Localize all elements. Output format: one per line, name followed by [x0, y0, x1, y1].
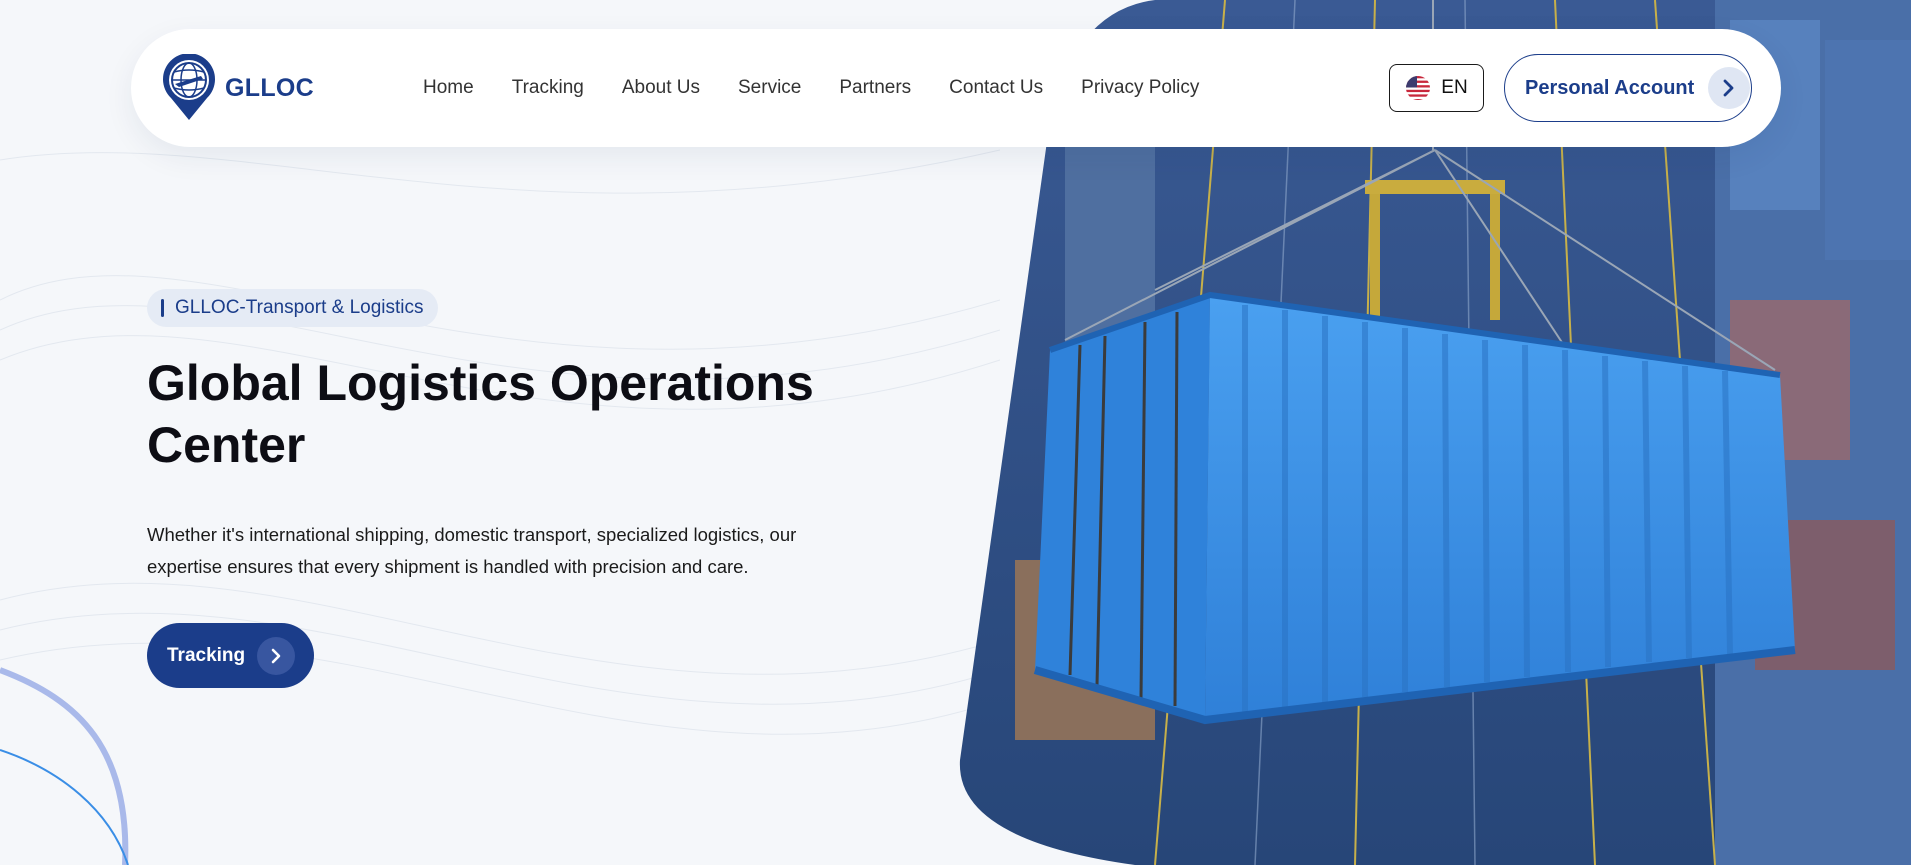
hero-tag-text: GLLOC-Transport & Logistics: [175, 297, 424, 318]
personal-account-button[interactable]: Personal Account: [1504, 54, 1752, 122]
tracking-cta-label: Tracking: [167, 644, 246, 666]
tag-accent-bar: [161, 299, 164, 317]
nav-item-home[interactable]: Home: [423, 77, 474, 99]
nav-item-about-us[interactable]: About Us: [622, 77, 700, 99]
hero-title: Global Logistics Operations Center: [147, 355, 814, 473]
globe-pin-icon: [163, 54, 215, 120]
nav-item-privacy-policy[interactable]: Privacy Policy: [1081, 77, 1199, 99]
nav-item-contact-us[interactable]: Contact Us: [949, 77, 1043, 99]
language-selector[interactable]: EN: [1389, 64, 1484, 112]
personal-account-label: Personal Account: [1525, 76, 1695, 99]
header-bar: GLLOC Home Tracking About Us Service Par…: [131, 29, 1781, 147]
nav-item-tracking[interactable]: Tracking: [512, 77, 584, 99]
hero-description: Whether it's international shipping, dom…: [147, 524, 797, 577]
brand-name: GLLOC: [225, 73, 314, 102]
nav-item-partners[interactable]: Partners: [839, 77, 911, 99]
main-nav: Home Tracking About Us Service Partners …: [423, 29, 1199, 147]
decorative-curves: [0, 667, 129, 865]
tracking-cta-button[interactable]: Tracking: [147, 623, 314, 688]
us-flag-icon: [1406, 76, 1431, 100]
chevron-right-icon: [1708, 67, 1751, 109]
chevron-right-icon: [257, 636, 296, 675]
brand-logo[interactable]: GLLOC: [161, 54, 314, 122]
language-label: EN: [1441, 77, 1468, 98]
hero-tag: GLLOC-Transport & Logistics: [147, 289, 438, 327]
nav-item-service[interactable]: Service: [738, 77, 801, 99]
